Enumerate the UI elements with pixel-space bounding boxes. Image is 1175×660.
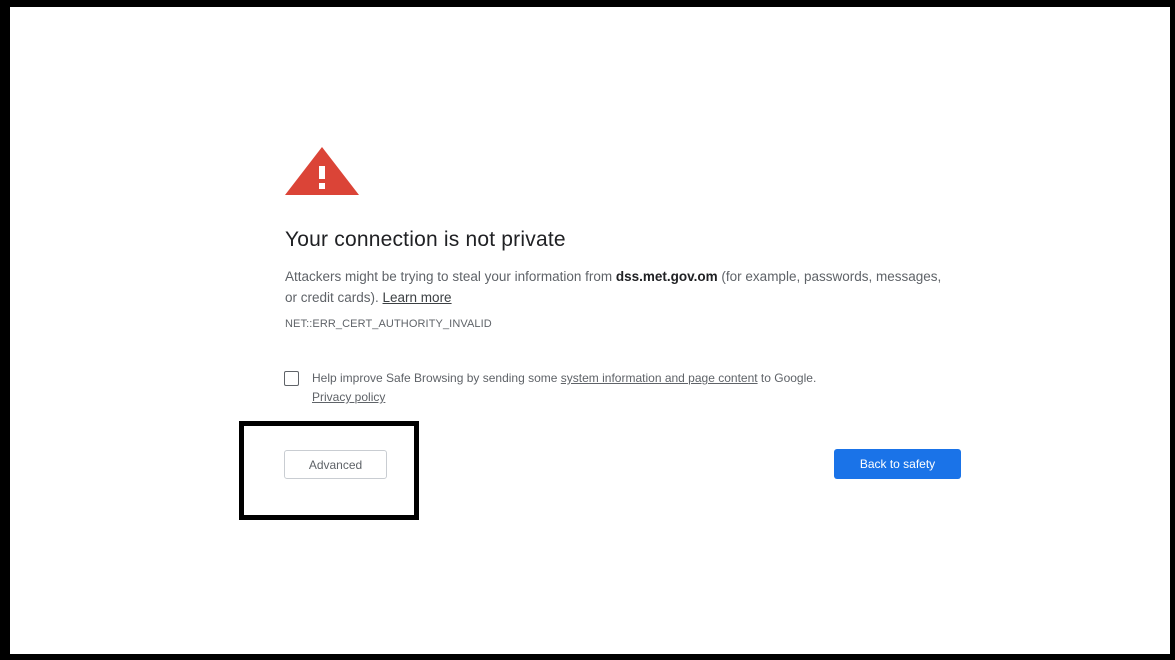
annotation-highlight-box xyxy=(239,421,419,520)
page-title: Your connection is not private xyxy=(285,228,566,251)
description-prefix: Attackers might be trying to steal your … xyxy=(285,269,616,284)
system-information-link[interactable]: system information and page content xyxy=(561,371,758,385)
privacy-policy-link[interactable]: Privacy policy xyxy=(312,390,385,404)
warning-description: Attackers might be trying to steal your … xyxy=(285,266,955,308)
screenshot-frame xyxy=(0,0,1175,660)
learn-more-link[interactable]: Learn more xyxy=(383,290,452,305)
safe-browsing-checkbox[interactable] xyxy=(284,371,299,386)
site-domain: dss.met.gov.om xyxy=(615,269,718,284)
safe-browsing-suffix: to Google. xyxy=(757,371,817,385)
warning-triangle-icon xyxy=(285,147,359,195)
safe-browsing-prefix: Help improve Safe Browsing by sending so… xyxy=(312,371,561,385)
back-to-safety-button[interactable]: Back to safety xyxy=(834,449,961,479)
error-code: NET::ERR_CERT_AUTHORITY_INVALID xyxy=(285,318,492,330)
safe-browsing-label: Help improve Safe Browsing by sending so… xyxy=(312,369,952,407)
